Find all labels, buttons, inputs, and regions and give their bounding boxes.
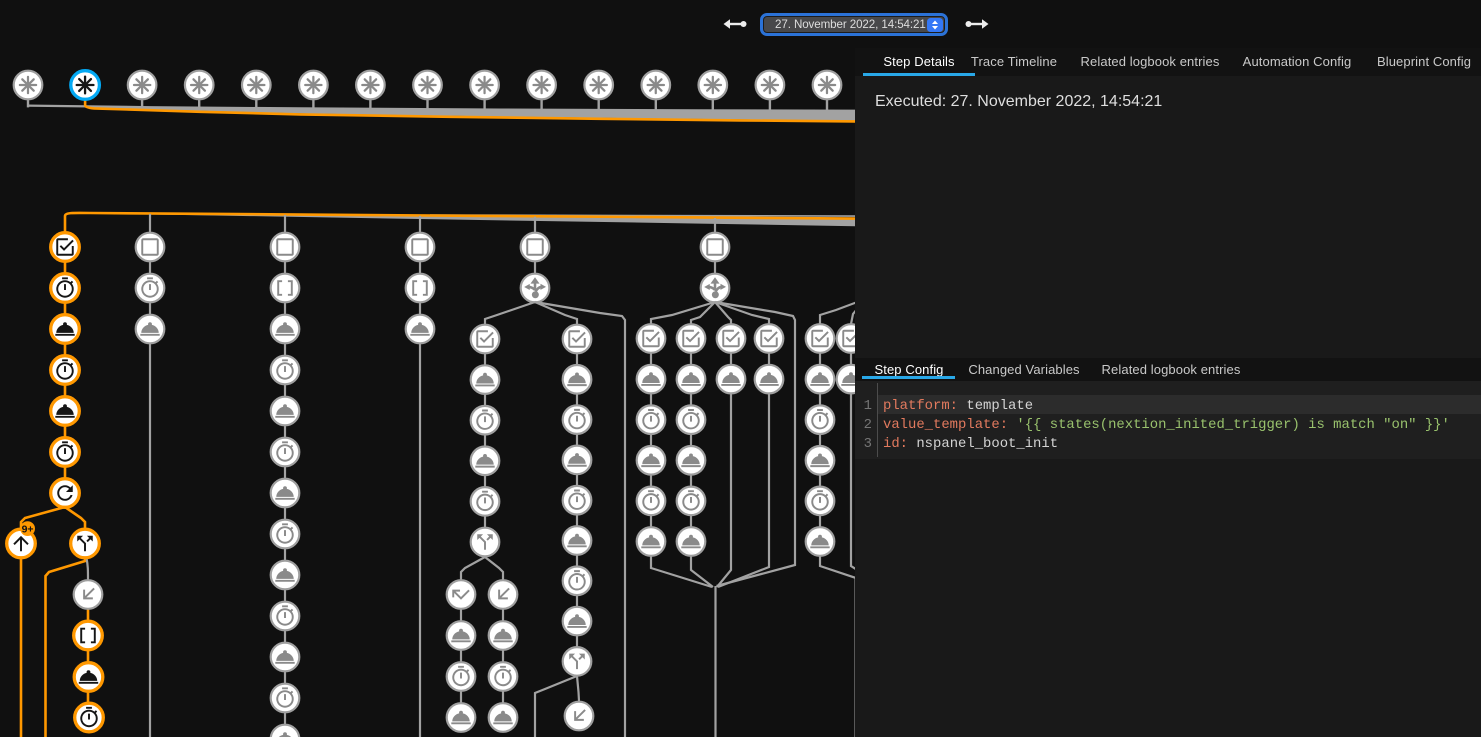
svg-text:9+: 9+ [22, 523, 34, 535]
